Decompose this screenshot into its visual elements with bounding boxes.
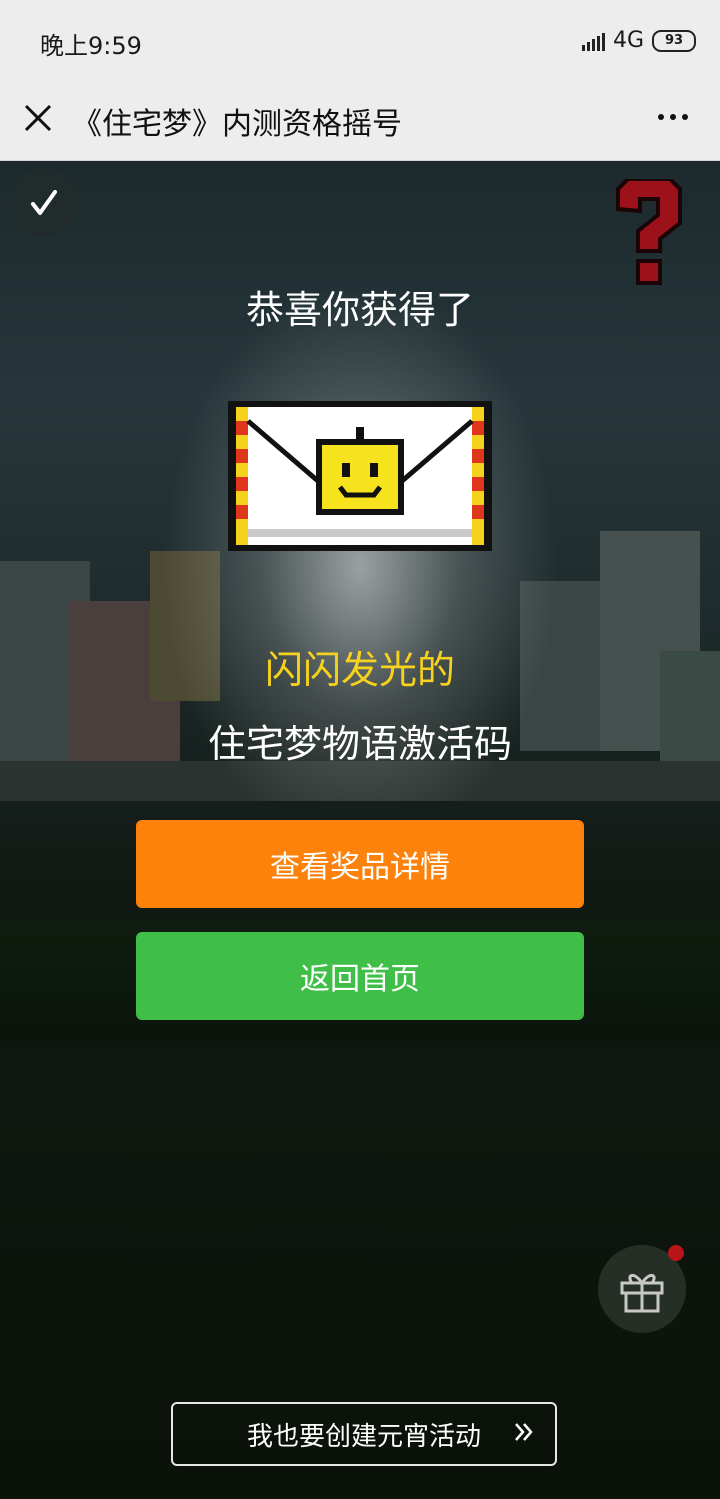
question-mark-icon[interactable] xyxy=(608,179,690,289)
close-icon[interactable] xyxy=(18,98,58,138)
gift-button[interactable] xyxy=(598,1245,686,1333)
gift-icon xyxy=(620,1274,664,1313)
battery-level: 93 xyxy=(664,33,684,48)
double-chevron-right-icon xyxy=(515,1423,533,1441)
status-time: 晚上9:59 xyxy=(40,32,142,60)
more-icon[interactable] xyxy=(658,114,688,120)
back-home-button[interactable]: 返回首页 xyxy=(136,932,584,1020)
prize-highlight-text: 闪闪发光的 xyxy=(264,648,455,692)
status-bar: 晚上9:59 4G 93 xyxy=(0,0,720,80)
view-prize-button[interactable]: 查看奖品详情 xyxy=(136,820,584,908)
congrats-text: 恭喜你获得了 xyxy=(245,288,474,332)
notification-dot xyxy=(668,1245,684,1261)
nav-bar: 《住宅梦》内测资格摇号 xyxy=(0,80,720,161)
prize-name-text: 住宅梦物语激活码 xyxy=(207,722,512,766)
signal-icon xyxy=(581,31,605,51)
envelope-icon xyxy=(228,401,492,551)
network-type: 4G xyxy=(612,28,644,53)
page-title: 《住宅梦》内测资格摇号 xyxy=(72,107,402,142)
create-activity-label: 我也要创建元宵活动 xyxy=(246,1421,481,1452)
result-scene: 恭喜你获得了 闪闪发光的 住宅梦物语激活码 查看奖品详情 返回首页 我也要创建元… xyxy=(0,161,720,1499)
status-indicators: 4G 93 xyxy=(581,28,696,53)
battery-icon: 93 xyxy=(652,29,696,52)
music-icon[interactable] xyxy=(10,169,78,237)
create-activity-button[interactable]: 我也要创建元宵活动 xyxy=(171,1402,557,1466)
